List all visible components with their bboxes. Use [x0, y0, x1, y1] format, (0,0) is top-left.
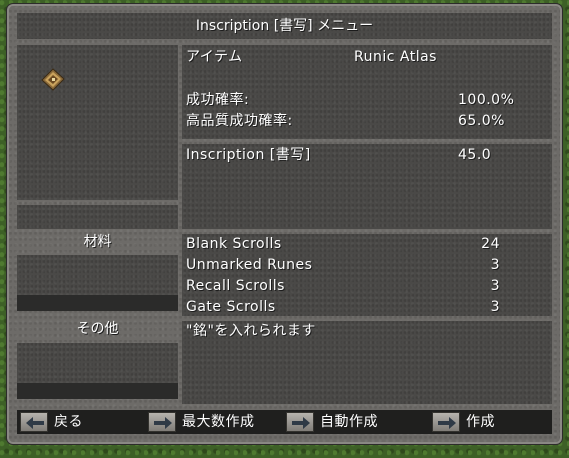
- item-name: Runic Atlas: [354, 49, 437, 65]
- item-label: アイテム: [186, 49, 243, 65]
- arrow-right-icon: [432, 412, 460, 432]
- mark-note: "銘"を入れられます: [186, 323, 316, 339]
- material-name: Recall Scrolls: [186, 278, 285, 294]
- make-button-label: 作成: [466, 414, 495, 430]
- arrow-right-icon: [148, 412, 176, 432]
- material-qty: 3: [490, 257, 500, 273]
- back-button[interactable]: 戻る: [20, 410, 144, 434]
- auto-make-button-label: 自動作成: [320, 414, 378, 430]
- skill-label: Inscription [書写]: [186, 147, 311, 163]
- success-chance-value: 100.0%: [458, 92, 515, 108]
- arrow-right-icon: [286, 412, 314, 432]
- materials-side-dark: [17, 295, 178, 311]
- materials-side-panel: [17, 255, 178, 295]
- material-name: Blank Scrolls: [186, 236, 282, 252]
- material-qty: 3: [490, 278, 500, 294]
- auto-make-button[interactable]: 自動作成: [286, 410, 428, 434]
- exceptional-chance-label: 高品質成功確率:: [186, 113, 293, 129]
- make-max-button[interactable]: 最大数作成: [148, 410, 282, 434]
- material-qty: 3: [490, 299, 500, 315]
- material-qty: 24: [481, 236, 500, 252]
- make-button[interactable]: 作成: [432, 410, 550, 434]
- back-button-label: 戻る: [54, 414, 83, 430]
- info-strip: [17, 205, 178, 229]
- material-name: Unmarked Runes: [186, 257, 313, 273]
- exceptional-chance-value: 65.0%: [458, 113, 505, 129]
- make-max-button-label: 最大数作成: [182, 414, 255, 430]
- runebook-icon: [40, 67, 66, 93]
- other-side-dark: [17, 383, 178, 399]
- other-side-panel: [17, 343, 178, 383]
- material-name: Gate Scrolls: [186, 299, 276, 315]
- window-title: Inscription [書写] メニュー: [195, 18, 374, 34]
- materials-header: 材料: [83, 234, 112, 250]
- arrow-left-icon: [20, 412, 48, 432]
- success-chance-label: 成功確率:: [186, 92, 250, 108]
- other-header: その他: [76, 321, 119, 337]
- skill-value: 45.0: [458, 147, 492, 163]
